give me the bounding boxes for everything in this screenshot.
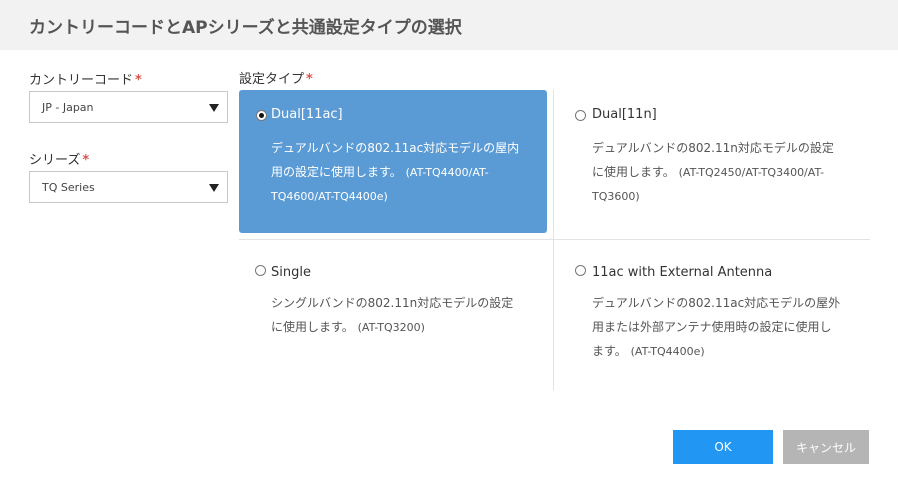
country-code-label-text: カントリーコード xyxy=(29,73,134,88)
option-models: (AT-TQ2450/AT-TQ3400/AT- xyxy=(678,166,825,179)
option-models: TQ3600) xyxy=(592,190,640,203)
radio-button[interactable] xyxy=(575,110,586,121)
required-mark: * xyxy=(82,153,90,168)
country-code-value: JP - Japan xyxy=(42,101,94,114)
option-description-line: 用または外部アンテナ使用時の設定に使用し xyxy=(592,320,832,334)
radio-button-checked[interactable] xyxy=(256,110,267,121)
triangle-down-icon xyxy=(209,104,219,112)
option-models: (AT-TQ4400/AT- xyxy=(405,166,489,179)
option-title: 11ac with External Antenna xyxy=(592,265,773,280)
ok-button[interactable]: OK xyxy=(673,430,773,464)
option-title: Dual[11ac] xyxy=(271,107,343,122)
triangle-down-icon xyxy=(209,184,219,192)
option-description-line: に使用します。 (AT-TQ3200) xyxy=(271,315,543,340)
dialog-title: カントリーコードとAPシリーズと共通設定タイプの選択 xyxy=(29,18,462,38)
option-description-text: ます。 xyxy=(592,344,627,358)
option-models: (AT-TQ3200) xyxy=(357,321,425,334)
option-description-line: シングルバンドの802.11n対応モデルの設定 xyxy=(271,296,514,310)
settings-option-dual-11ac[interactable]: Dual[11ac] デュアルバンドの802.11ac対応モデルの屋内 用の設定… xyxy=(239,90,547,233)
settings-option-11ac-external-antenna[interactable]: 11ac with External Antenna デュアルバンドの802.1… xyxy=(560,245,870,385)
settings-option-single[interactable]: Single シングルバンドの802.11n対応モデルの設定 に使用します。 (… xyxy=(239,245,547,385)
radio-button[interactable] xyxy=(575,265,586,276)
option-description: デュアルバンドの802.11n対応モデルの設定 に使用します。 (AT-TQ24… xyxy=(592,136,868,209)
radio-button[interactable] xyxy=(255,265,266,276)
option-title: Single xyxy=(271,265,311,280)
option-description-line: に使用します。 (AT-TQ2450/AT-TQ3400/AT- xyxy=(592,160,868,185)
option-grid-divider-horizontal xyxy=(239,239,870,240)
option-description: デュアルバンドの802.11ac対応モデルの屋内 用の設定に使用します。 (AT… xyxy=(271,136,543,209)
option-description-line: デュアルバンドの802.11ac対応モデルの屋内 xyxy=(271,141,520,155)
option-description-line: ます。 (AT-TQ4400e) xyxy=(592,339,868,364)
series-label: シリーズ * xyxy=(29,149,89,168)
required-mark: * xyxy=(306,72,313,87)
option-models: (AT-TQ4400e) xyxy=(630,345,705,358)
country-code-select[interactable]: JP - Japan xyxy=(29,91,228,123)
settings-type-label: 設定タイプ * xyxy=(239,68,313,87)
dialog-header: カントリーコードとAPシリーズと共通設定タイプの選択 xyxy=(0,0,898,50)
settings-type-label-text: 設定タイプ xyxy=(239,72,305,87)
option-description-text: 用の設定に使用します。 xyxy=(271,165,402,179)
option-grid-divider-vertical xyxy=(553,90,554,390)
option-description-line: デュアルバンドの802.11ac対応モデルの屋外 xyxy=(592,296,841,310)
series-label-text: シリーズ xyxy=(29,153,81,168)
option-description: デュアルバンドの802.11ac対応モデルの屋外 用または外部アンテナ使用時の設… xyxy=(592,291,868,364)
cancel-button[interactable]: キャンセル xyxy=(783,430,869,464)
option-description-text: に使用します。 xyxy=(271,320,354,334)
option-description: シングルバンドの802.11n対応モデルの設定 に使用します。 (AT-TQ32… xyxy=(271,291,543,340)
option-description-text: に使用します。 xyxy=(592,165,675,179)
country-code-label: カントリーコード * xyxy=(29,69,142,88)
settings-option-dual-11n[interactable]: Dual[11n] デュアルバンドの802.11n対応モデルの設定 に使用します… xyxy=(560,90,870,233)
series-select[interactable]: TQ Series xyxy=(29,171,228,203)
series-value: TQ Series xyxy=(42,181,95,194)
option-models: TQ4600/AT-TQ4400e) xyxy=(271,190,388,203)
option-title: Dual[11n] xyxy=(592,107,657,122)
option-description-line: デュアルバンドの802.11n対応モデルの設定 xyxy=(592,141,834,155)
option-description-line: 用の設定に使用します。 (AT-TQ4400/AT- xyxy=(271,160,543,185)
required-mark: * xyxy=(135,73,142,88)
